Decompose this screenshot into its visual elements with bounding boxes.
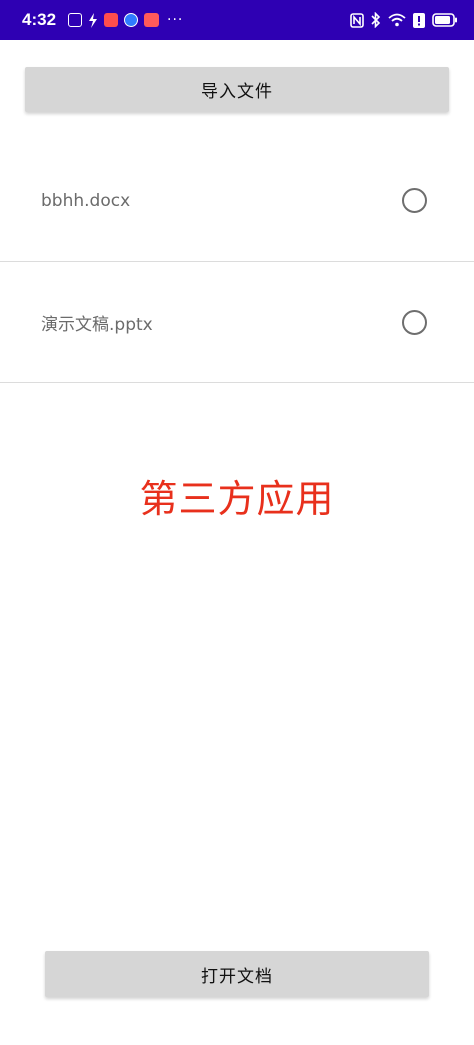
app-screen: 4:32 ··· 导入文件 bbhh.docx 演示文稿.pptx 第三方应用 …: [0, 0, 474, 1045]
file-name: bbhh.docx: [41, 190, 131, 211]
status-right: [350, 12, 458, 28]
file-list-item[interactable]: 演示文稿.pptx: [0, 262, 474, 383]
browser-icon: [124, 13, 139, 27]
red-app-icon-2: [144, 13, 160, 27]
status-time: 4:32: [22, 10, 57, 29]
red-app-icon: [104, 13, 119, 27]
battery-icon: [432, 13, 458, 27]
open-document-button[interactable]: 打开文档: [45, 951, 429, 997]
wifi-icon: [388, 13, 406, 27]
file-list-item[interactable]: bbhh.docx: [0, 140, 474, 261]
third-party-app-label: 第三方应用: [139, 477, 335, 521]
file-name: 演示文稿.pptx: [41, 315, 153, 335]
status-left: 4:32 ···: [22, 10, 183, 30]
charging-icon: [88, 12, 98, 28]
file-radio-button[interactable]: [402, 310, 427, 335]
more-notifications-icon: ···: [167, 12, 184, 28]
hd-icon: [68, 13, 83, 27]
alert-icon: [413, 12, 425, 28]
status-bar: 4:32 ···: [0, 0, 474, 40]
nfc-icon: [350, 12, 364, 28]
file-radio-button[interactable]: [402, 188, 427, 213]
bluetooth-icon: [371, 12, 381, 28]
list-divider: [0, 382, 474, 383]
import-file-button[interactable]: 导入文件: [25, 67, 449, 112]
